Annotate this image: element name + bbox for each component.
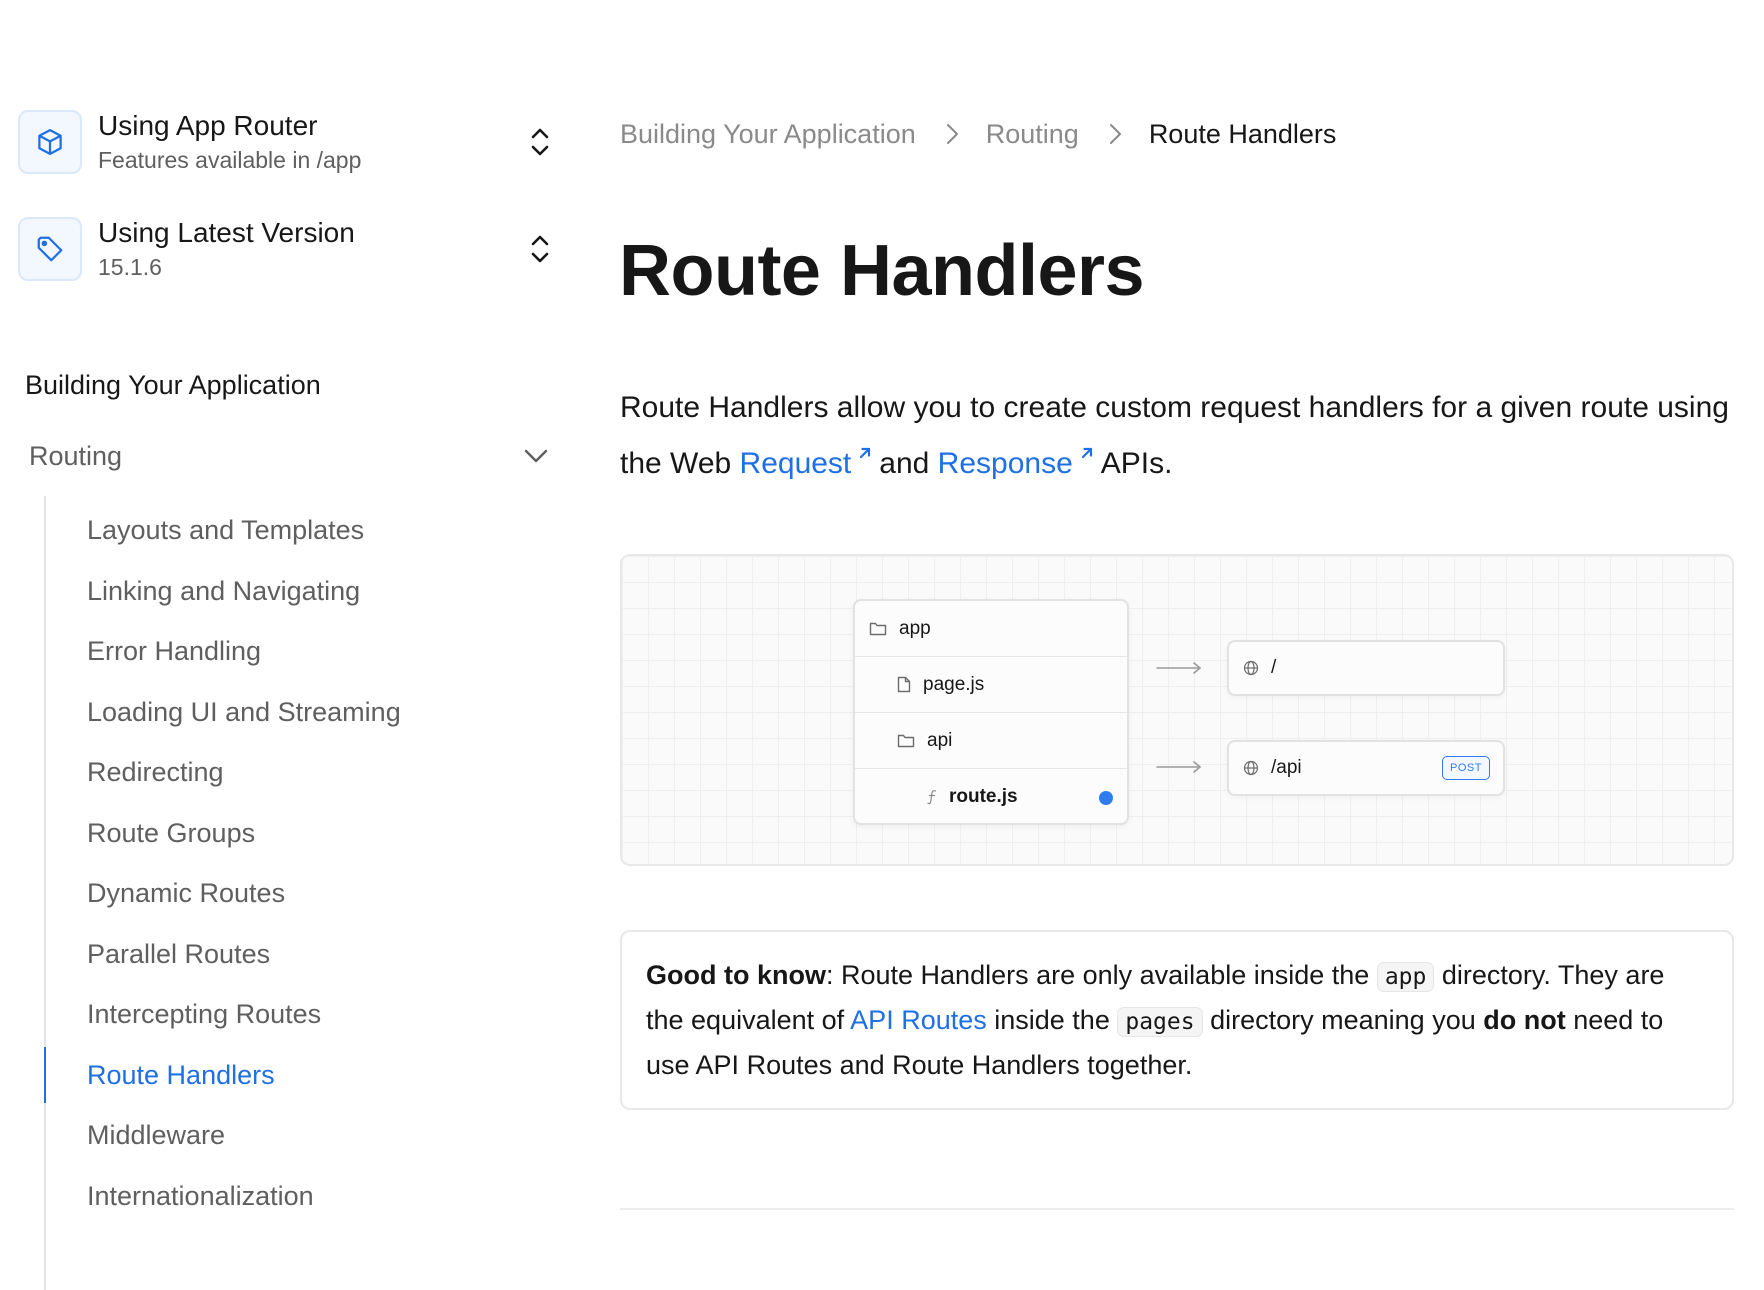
router-switcher-subtitle: Features available in /app	[98, 147, 362, 173]
callout-emphasis: do not	[1483, 1005, 1566, 1035]
sidebar-item-route-groups[interactable]: Route Groups	[87, 809, 255, 857]
sidebar-item-layouts-and-templates[interactable]: Layouts and Templates	[87, 506, 364, 554]
arrow-right-icon	[1156, 662, 1201, 674]
callout-text: inside the	[986, 1005, 1118, 1035]
sidebar-item-middleware[interactable]: Middleware	[87, 1111, 225, 1159]
arrow-right-icon	[1156, 761, 1201, 773]
inline-code-app: app	[1376, 962, 1435, 992]
sidebar-item-redirecting[interactable]: Redirecting	[87, 748, 224, 796]
active-indicator	[44, 1047, 46, 1103]
file-tree-card: app page.js api route.js	[853, 599, 1129, 825]
sidebar-item-loading-ui-and-streaming[interactable]: Loading UI and Streaming	[87, 688, 401, 736]
highlight-dot	[1099, 791, 1113, 805]
callout-text: directory meaning you	[1202, 1005, 1484, 1035]
chevron-down-icon[interactable]	[522, 442, 550, 470]
response-link-label: Response	[937, 447, 1073, 480]
tag-icon	[18, 217, 82, 281]
api-routes-link[interactable]: API Routes	[850, 1005, 987, 1035]
router-switcher-title: Using App Router	[98, 110, 318, 141]
route-card-root: /	[1227, 640, 1505, 696]
file-tree-row: page.js	[855, 657, 1127, 713]
file-tree-name: app	[899, 617, 931, 639]
route-handlers-diagram: app page.js api route.js / /api POST	[620, 554, 1734, 866]
chevron-right-icon	[946, 124, 958, 144]
callout-label: Good to know	[646, 960, 826, 990]
response-link[interactable]: Response	[938, 447, 1101, 480]
breadcrumb-item-routing[interactable]: Routing	[986, 119, 1079, 150]
sidebar-item-route-handlers[interactable]: Route Handlers	[87, 1051, 275, 1099]
route-path: /	[1271, 657, 1277, 678]
page-title: Route Handlers	[619, 231, 1145, 311]
intro-text: and	[879, 447, 938, 480]
sidebar-item-dynamic-routes[interactable]: Dynamic Routes	[87, 869, 285, 917]
file-tree-row: route.js	[855, 769, 1127, 825]
folder-icon	[897, 734, 915, 747]
breadcrumb-item-current: Route Handlers	[1148, 118, 1337, 149]
intro-text: APIs.	[1100, 447, 1173, 480]
version-switcher[interactable]: Using Latest Version 15.1.6	[18, 216, 558, 282]
post-badge: POST	[1442, 756, 1490, 780]
sidebar-group-routing[interactable]: Routing	[18, 432, 558, 480]
router-switcher[interactable]: Using App Router Features available in /…	[18, 109, 558, 175]
chevron-right-icon	[1109, 124, 1121, 144]
route-card-api: /api POST	[1227, 740, 1505, 796]
chevron-up-down-icon[interactable]	[528, 126, 552, 158]
sidebar-section-heading: Building Your Application	[25, 370, 321, 400]
chevron-up-down-icon[interactable]	[528, 233, 552, 265]
version-switcher-title: Using Latest Version	[98, 217, 355, 248]
sidebar-item-error-handling[interactable]: Error Handling	[87, 627, 261, 675]
globe-icon	[1243, 760, 1259, 776]
folder-icon	[869, 622, 887, 635]
sidebar-item-internationalization[interactable]: Internationalization	[87, 1172, 314, 1220]
inline-code-pages: pages	[1117, 1007, 1203, 1037]
file-tree-name: page.js	[923, 673, 985, 695]
arrow-up-right-icon	[860, 447, 871, 459]
route-path: /api	[1271, 757, 1302, 778]
sidebar-group-label: Routing	[29, 440, 123, 471]
sidebar-item-parallel-routes[interactable]: Parallel Routes	[87, 930, 270, 978]
version-switcher-subtitle: 15.1.6	[98, 254, 162, 280]
arrow-up-right-icon	[1081, 447, 1092, 459]
sidebar-routing-subtree: Layouts and Templates Linking and Naviga…	[44, 496, 554, 1290]
file-tree-row: api	[855, 713, 1127, 769]
function-icon	[927, 790, 937, 805]
breadcrumb-item-building-your-application[interactable]: Building Your Application	[620, 119, 916, 150]
callout-text: : Route Handlers are only available insi…	[825, 960, 1377, 990]
intro-paragraph: Route Handlers allow you to create custo…	[620, 380, 1740, 492]
request-link[interactable]: Request	[740, 447, 880, 480]
section-divider	[620, 1208, 1734, 1210]
request-link-label: Request	[739, 447, 852, 480]
globe-icon	[1243, 660, 1259, 676]
file-tree-row: app	[855, 601, 1127, 657]
file-tree-name: api	[927, 729, 953, 751]
file-tree-name: route.js	[949, 786, 1018, 807]
sidebar-item-linking-and-navigating[interactable]: Linking and Navigating	[87, 567, 360, 615]
cube-icon	[18, 110, 82, 174]
breadcrumb: Building Your Application Routing Route …	[620, 112, 1336, 156]
file-icon	[897, 676, 911, 693]
sidebar-item-intercepting-routes[interactable]: Intercepting Routes	[87, 990, 321, 1038]
good-to-know-callout: Good to know: Route Handlers are only av…	[620, 930, 1734, 1110]
